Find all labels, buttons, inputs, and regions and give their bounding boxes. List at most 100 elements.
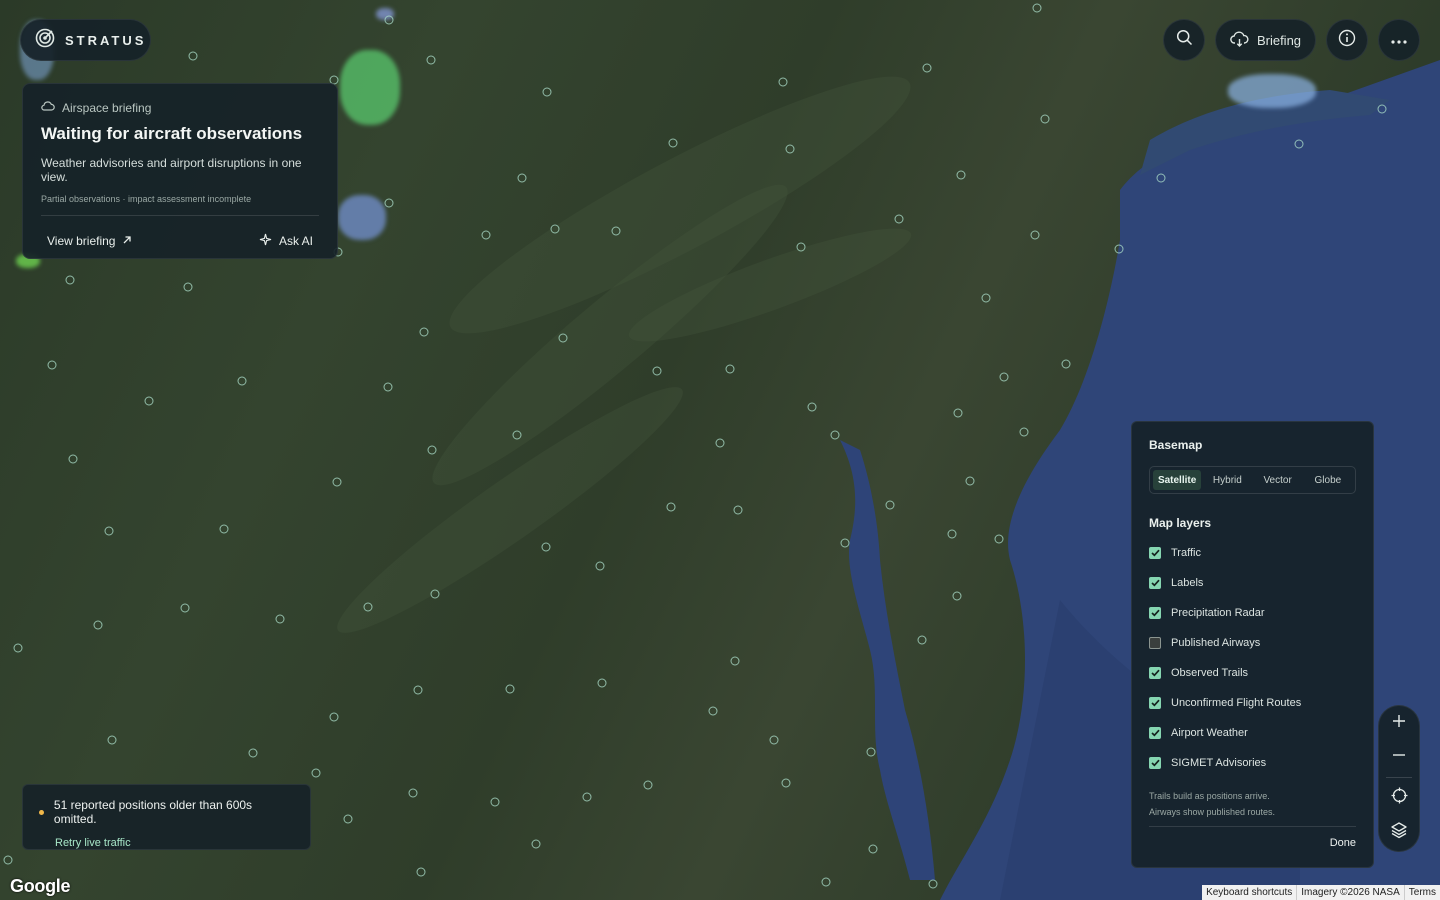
basemap-option-vector[interactable]: Vector (1254, 470, 1302, 490)
airport-marker[interactable] (311, 768, 321, 778)
airport-marker[interactable] (541, 542, 551, 552)
airport-marker[interactable] (427, 445, 437, 455)
airport-marker[interactable] (542, 87, 552, 97)
airport-marker[interactable] (237, 376, 247, 386)
airport-marker[interactable] (956, 170, 966, 180)
airport-marker[interactable] (894, 214, 904, 224)
airport-marker[interactable] (426, 55, 436, 65)
airport-marker[interactable] (652, 366, 662, 376)
airport-marker[interactable] (490, 797, 500, 807)
airport-marker[interactable] (248, 748, 258, 758)
briefing-button[interactable]: Briefing (1215, 19, 1316, 61)
airport-marker[interactable] (430, 589, 440, 599)
airport-marker[interactable] (611, 226, 621, 236)
airport-marker[interactable] (917, 635, 927, 645)
airport-marker[interactable] (821, 877, 831, 887)
airport-marker[interactable] (947, 529, 957, 539)
airport-marker[interactable] (781, 778, 791, 788)
airport-marker[interactable] (733, 505, 743, 515)
airport-marker[interactable] (965, 476, 975, 486)
brand-pill[interactable]: STRATUS (20, 19, 151, 61)
airport-marker[interactable] (531, 839, 541, 849)
airport-marker[interactable] (188, 51, 198, 61)
airport-marker[interactable] (953, 408, 963, 418)
airport-marker[interactable] (512, 430, 522, 440)
airport-marker[interactable] (796, 242, 806, 252)
airport-marker[interactable] (595, 561, 605, 571)
airport-marker[interactable] (994, 534, 1004, 544)
airport-marker[interactable] (384, 15, 394, 25)
airport-marker[interactable] (999, 372, 1009, 382)
airport-marker[interactable] (769, 735, 779, 745)
airport-marker[interactable] (830, 430, 840, 440)
checkbox[interactable] (1149, 547, 1161, 559)
airport-marker[interactable] (550, 224, 560, 234)
airport-marker[interactable] (180, 603, 190, 613)
view-briefing-button[interactable]: View briefing (47, 234, 132, 248)
airport-marker[interactable] (332, 477, 342, 487)
airport-marker[interactable] (730, 656, 740, 666)
airport-marker[interactable] (558, 333, 568, 343)
airport-marker[interactable] (1061, 359, 1071, 369)
checkbox[interactable] (1149, 757, 1161, 769)
keyboard-shortcuts-link[interactable]: Keyboard shortcuts (1202, 885, 1296, 900)
done-button[interactable]: Done (1149, 837, 1356, 849)
airport-marker[interactable] (807, 402, 817, 412)
airport-marker[interactable] (643, 780, 653, 790)
airport-marker[interactable] (840, 538, 850, 548)
layer-toggle-published-airways[interactable]: Published Airways (1149, 628, 1356, 658)
airport-marker[interactable] (1294, 139, 1304, 149)
airport-marker[interactable] (144, 396, 154, 406)
zoom-out-button[interactable] (1378, 740, 1420, 774)
airport-marker[interactable] (922, 63, 932, 73)
airport-marker[interactable] (505, 684, 515, 694)
airport-marker[interactable] (107, 735, 117, 745)
airport-marker[interactable] (981, 293, 991, 303)
info-button[interactable] (1326, 19, 1368, 61)
basemap-option-satellite[interactable]: Satellite (1153, 470, 1202, 490)
airport-marker[interactable] (868, 844, 878, 854)
layer-toggle-traffic[interactable]: Traffic (1149, 538, 1356, 568)
airport-marker[interactable] (408, 788, 418, 798)
airport-marker[interactable] (708, 706, 718, 716)
airport-marker[interactable] (68, 454, 78, 464)
airport-marker[interactable] (363, 602, 373, 612)
airport-marker[interactable] (1377, 104, 1387, 114)
airport-marker[interactable] (275, 614, 285, 624)
ask-ai-button[interactable]: Ask AI (259, 233, 313, 249)
airport-marker[interactable] (481, 230, 491, 240)
airport-marker[interactable] (785, 144, 795, 154)
airport-marker[interactable] (778, 77, 788, 87)
airport-marker[interactable] (1032, 3, 1042, 13)
airport-marker[interactable] (866, 747, 876, 757)
airport-marker[interactable] (1030, 230, 1040, 240)
airport-marker[interactable] (413, 685, 423, 695)
layer-toggle-labels[interactable]: Labels (1149, 568, 1356, 598)
basemap-option-globe[interactable]: Globe (1304, 470, 1352, 490)
airport-marker[interactable] (1114, 244, 1124, 254)
layers-button[interactable] (1378, 815, 1420, 849)
airport-marker[interactable] (1040, 114, 1050, 124)
layer-toggle-airport-weather[interactable]: Airport Weather (1149, 718, 1356, 748)
more-button[interactable] (1378, 19, 1420, 61)
terms-link[interactable]: Terms (1403, 885, 1440, 900)
airport-marker[interactable] (715, 438, 725, 448)
airport-marker[interactable] (1019, 427, 1029, 437)
airport-marker[interactable] (47, 360, 57, 370)
layer-toggle-observed-trails[interactable]: Observed Trails (1149, 658, 1356, 688)
airport-marker[interactable] (65, 275, 75, 285)
airport-marker[interactable] (597, 678, 607, 688)
airport-marker[interactable] (384, 198, 394, 208)
airport-marker[interactable] (666, 502, 676, 512)
basemap-option-hybrid[interactable]: Hybrid (1203, 470, 1251, 490)
airport-marker[interactable] (928, 879, 938, 889)
checkbox[interactable] (1149, 637, 1161, 649)
locate-button[interactable] (1378, 781, 1420, 815)
airport-marker[interactable] (219, 524, 229, 534)
airport-marker[interactable] (3, 855, 13, 865)
checkbox[interactable] (1149, 727, 1161, 739)
airport-marker[interactable] (668, 138, 678, 148)
search-button[interactable] (1163, 19, 1205, 61)
airport-marker[interactable] (329, 712, 339, 722)
airport-marker[interactable] (725, 364, 735, 374)
